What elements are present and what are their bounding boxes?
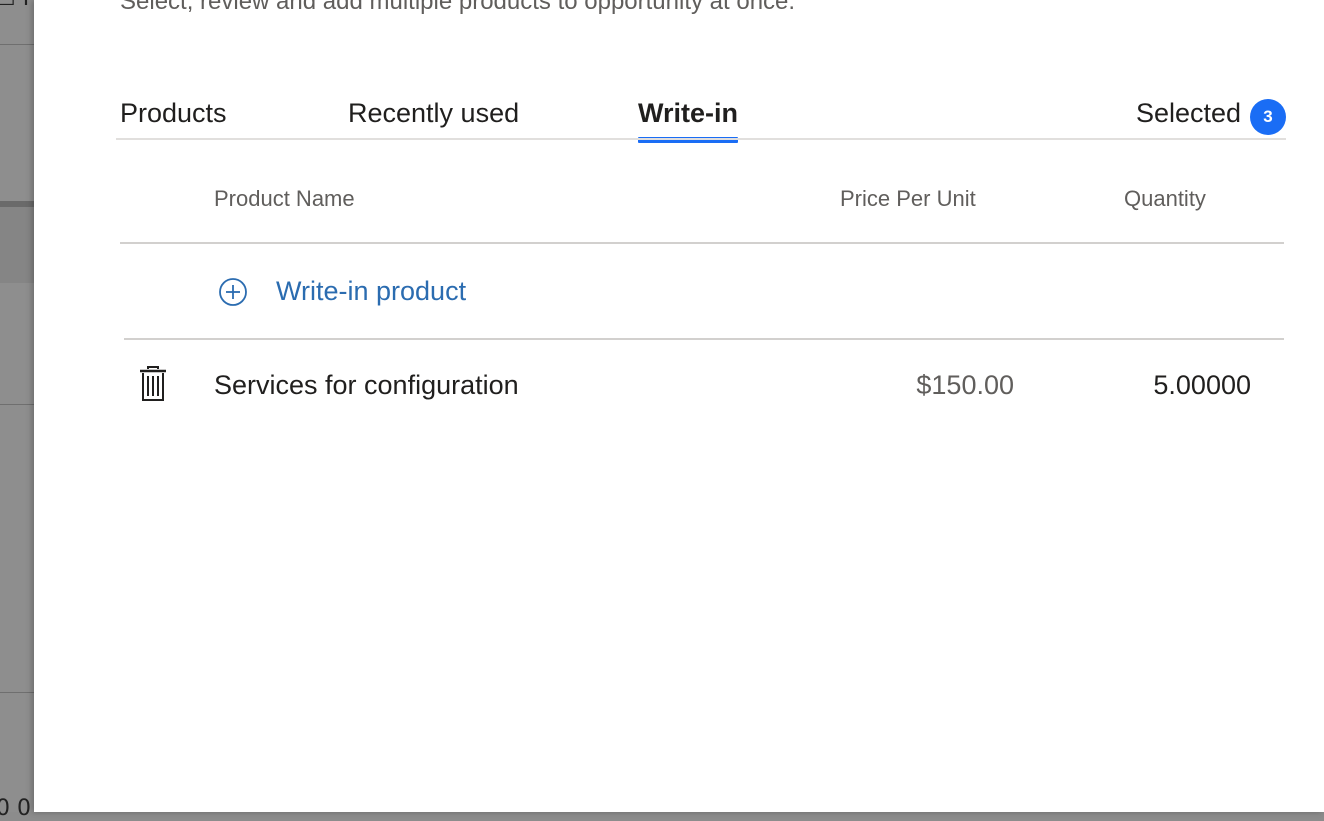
tab-selected[interactable]: Selected (1136, 98, 1241, 129)
column-header-quantity: Quantity (1124, 186, 1206, 211)
tab-write-in[interactable]: Write-in (638, 98, 738, 129)
delete-row-button[interactable] (138, 366, 168, 402)
add-circle-icon (219, 277, 247, 306)
header-divider (120, 242, 1284, 244)
column-header-price-per-unit: Price Per Unit (840, 186, 976, 211)
trash-icon (140, 366, 166, 401)
tabs-divider (116, 138, 1286, 140)
write-in-product-label: Write-in product (276, 276, 467, 306)
column-header-product-name: Product Name (214, 186, 355, 211)
product-name-cell: Services for configuration (214, 370, 519, 400)
add-products-dialog: Select, review and add multiple products… (34, 0, 1324, 812)
background-divider (0, 44, 34, 45)
selected-count-badge: 3 (1250, 99, 1286, 135)
background-block (0, 207, 34, 283)
write-in-product-button[interactable]: Write-in product (218, 276, 466, 307)
quantity-cell: 5.00000 (1153, 370, 1251, 400)
background-text: ☐ I (0, 0, 29, 11)
background-divider (0, 404, 34, 405)
dialog-subtitle: Select, review and add multiple products… (120, 0, 796, 15)
background-text: 0 0 (0, 796, 31, 821)
tab-products[interactable]: Products (120, 98, 227, 129)
price-per-unit-cell: $150.00 (916, 370, 1014, 400)
background-divider (0, 692, 34, 693)
tab-recently-used[interactable]: Recently used (348, 98, 519, 129)
background-app (0, 0, 34, 812)
row-divider (124, 338, 1284, 340)
